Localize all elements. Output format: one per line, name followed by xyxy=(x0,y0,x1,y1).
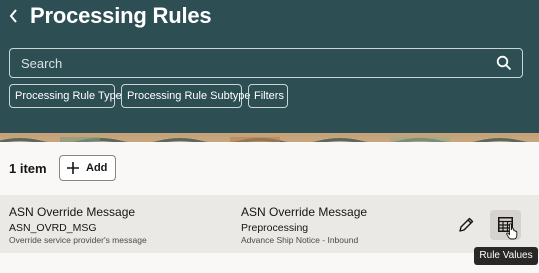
hand-pointer-cursor-icon xyxy=(506,223,518,240)
rule-subtype: Preprocessing xyxy=(241,222,309,234)
add-button-label: Add xyxy=(86,162,108,174)
item-count: 1 item xyxy=(9,161,47,176)
add-button[interactable]: Add xyxy=(59,155,116,181)
rule-code: ASN_OVRD_MSG xyxy=(9,222,97,234)
chevron-left-icon[interactable] xyxy=(5,6,23,26)
rule-category: Advance Ship Notice - Inbound xyxy=(241,235,359,245)
search-field[interactable]: Search xyxy=(9,48,523,78)
rule-description: Override service provider's message xyxy=(9,235,147,245)
search-icon[interactable] xyxy=(496,55,512,71)
filter-chip-processing-rule-type[interactable]: Processing Rule Type xyxy=(9,84,122,108)
filter-chip-processing-rule-subtype[interactable]: Processing Rule Subtype xyxy=(121,84,251,108)
pencil-icon[interactable] xyxy=(457,216,475,234)
plus-icon xyxy=(67,162,79,174)
page-header: Processing Rules Search Processing Rule … xyxy=(0,0,539,133)
rule-name: ASN Override Message xyxy=(9,205,136,219)
page-title: Processing Rules xyxy=(30,3,212,28)
rule-values-tooltip: Rule Values xyxy=(474,247,538,265)
search-placeholder: Search xyxy=(21,56,63,71)
decorative-pattern-band xyxy=(0,133,539,142)
rule-type: ASN Override Message xyxy=(241,205,368,219)
filter-chip-filters[interactable]: Filters xyxy=(248,84,288,108)
